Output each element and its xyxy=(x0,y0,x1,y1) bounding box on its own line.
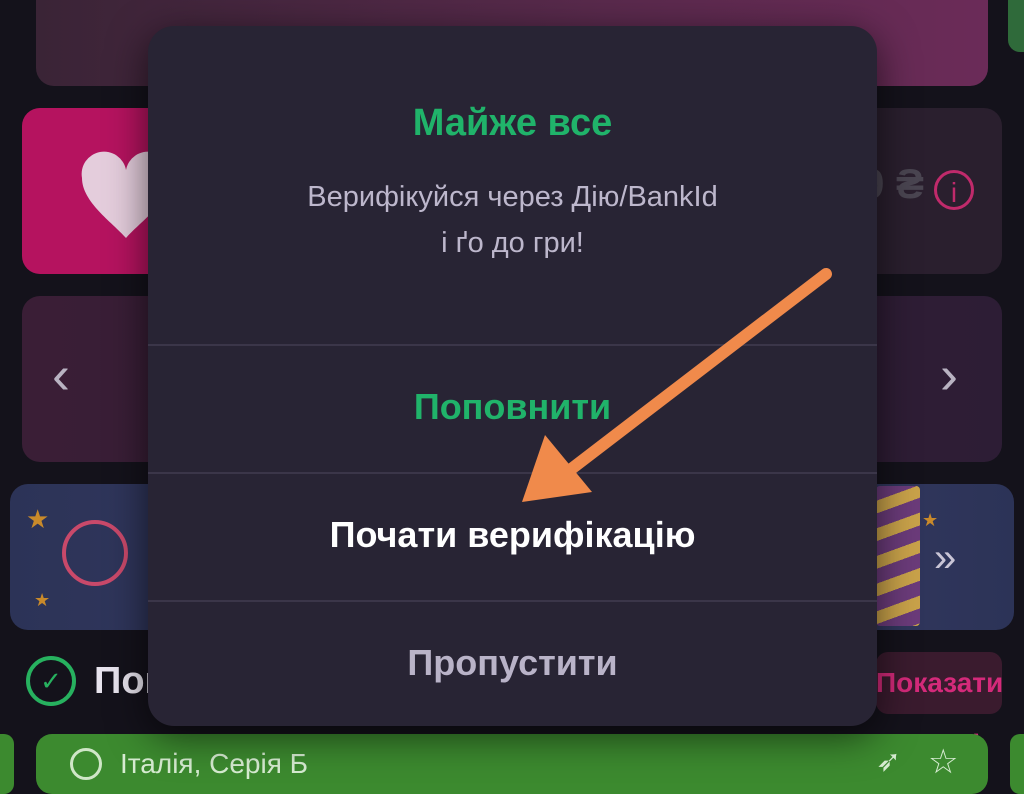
annotation-arrow-icon xyxy=(522,268,832,502)
